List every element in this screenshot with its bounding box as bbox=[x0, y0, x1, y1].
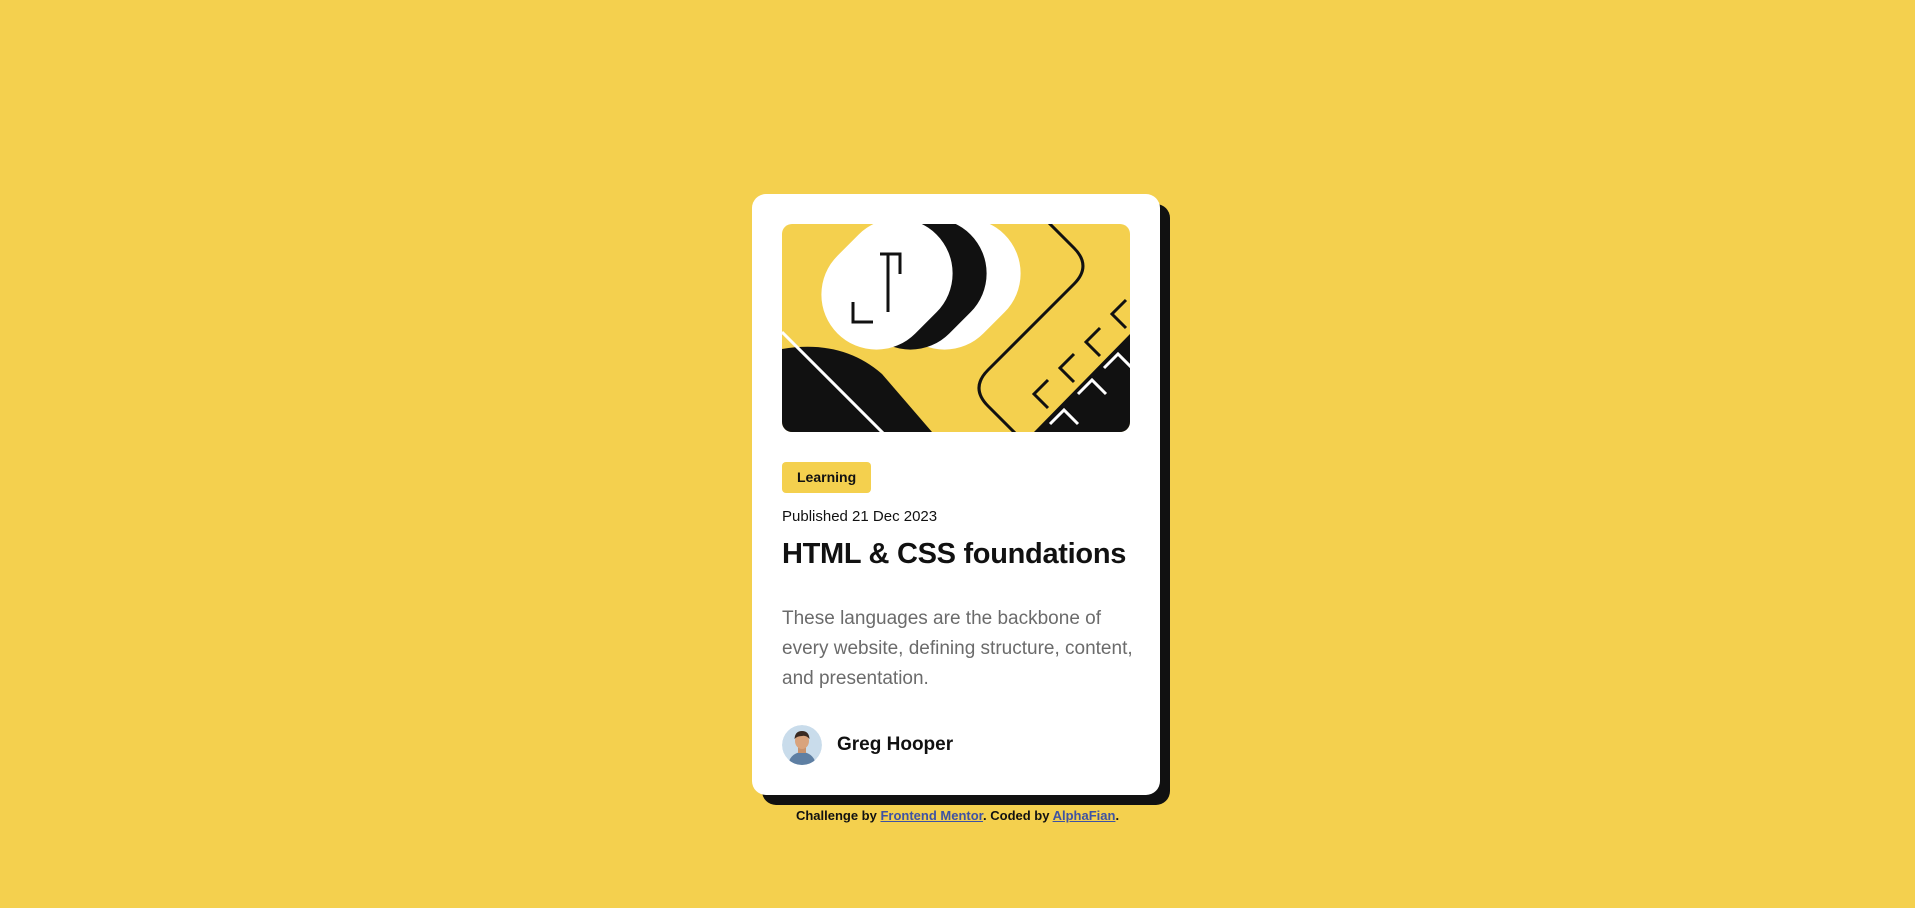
published-date: Published 21 Dec 2023 bbox=[782, 508, 938, 525]
attribution-prefix: Challenge by bbox=[795, 808, 881, 823]
avatar-icon bbox=[782, 725, 822, 765]
author: Greg Hooper bbox=[782, 725, 953, 765]
card-description: These languages are the backbone of ever… bbox=[782, 608, 1133, 689]
illustration-image bbox=[782, 224, 1130, 432]
attribution-suffix: . bbox=[1115, 808, 1120, 823]
blog-preview-card: Learning Published 21 Dec 2023 HTML & CS… bbox=[752, 194, 1160, 795]
frontend-mentor-link[interactable]: Frontend Mentor bbox=[880, 808, 983, 823]
category-tag: Learning bbox=[782, 462, 872, 493]
abstract-illustration-icon bbox=[782, 224, 1130, 432]
author-profile-link[interactable]: AlphaFian bbox=[1053, 808, 1116, 823]
card-title[interactable]: HTML & CSS foundations bbox=[782, 538, 1126, 571]
author-name: Greg Hooper bbox=[837, 734, 954, 755]
attribution-middle: . Coded by bbox=[983, 808, 1053, 823]
attribution: Challenge by Frontend Mentor. Coded by A… bbox=[0, 808, 1915, 823]
